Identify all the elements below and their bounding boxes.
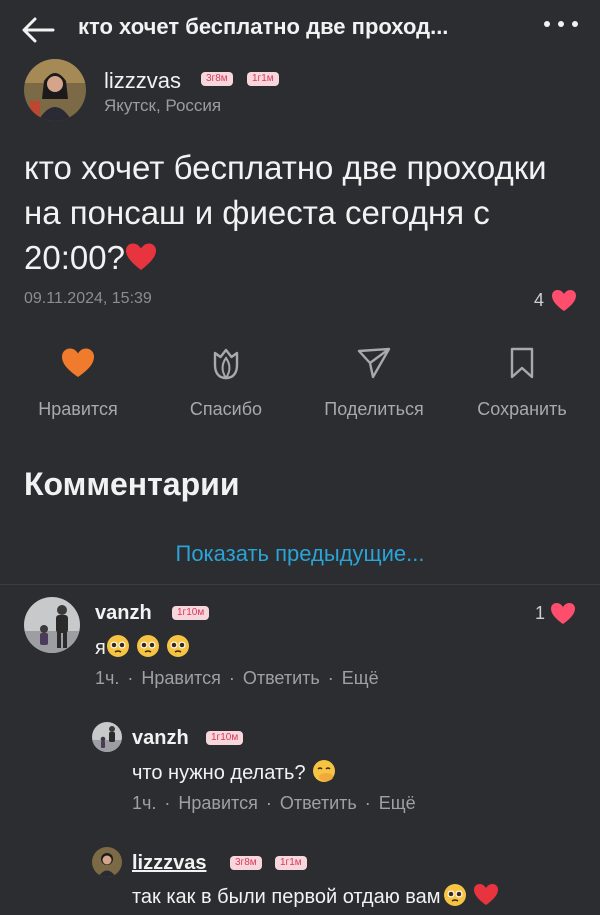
like-action[interactable]: Нравится xyxy=(13,345,143,420)
comment-badge: 1г1м xyxy=(275,856,307,870)
comment-text-value: я xyxy=(95,637,106,659)
page-title: кто хочет бесплатно две проход... xyxy=(78,14,449,39)
bookmark-icon xyxy=(510,347,534,379)
red-heart-emoji-icon xyxy=(473,884,498,905)
comment-author[interactable]: vanzh xyxy=(132,727,189,750)
heart-icon[interactable] xyxy=(551,289,577,312)
pleading-face-emoji-icon xyxy=(136,635,159,657)
comment-meta: 1ч. · Нравится · Ответить · Ещё xyxy=(132,793,416,813)
comment-text: так как в были первой отдаю вам xyxy=(132,883,499,909)
save-action-label: Сохранить xyxy=(477,399,567,419)
share-action-label: Поделиться xyxy=(324,399,424,419)
comment-author[interactable]: lizzzvas xyxy=(132,852,206,875)
heart-filled-icon xyxy=(62,348,94,377)
divider xyxy=(0,584,600,585)
pleading-face-emoji-icon xyxy=(106,635,129,657)
thanks-action-label: Спасибо xyxy=(189,399,263,419)
comment-badge: 3г8м xyxy=(230,856,262,870)
comment-time: 1ч. xyxy=(95,668,120,688)
post-text: кто хочет бесплатно две проходки на понс… xyxy=(24,145,564,280)
comment-time: 1ч. xyxy=(132,793,157,813)
comment-reply-link[interactable]: Ответить xyxy=(243,668,320,688)
thanks-action[interactable]: Спасибо xyxy=(161,345,291,420)
comment-like-link[interactable]: Нравится xyxy=(178,793,257,813)
hand-over-mouth-emoji-icon xyxy=(313,760,336,782)
comment-text: я xyxy=(95,634,196,660)
more-dots-icon[interactable] xyxy=(541,17,581,31)
send-icon xyxy=(357,347,391,379)
post-body: кто хочет бесплатно две проходки на понс… xyxy=(24,149,547,276)
comment-author[interactable]: vanzh xyxy=(95,602,152,625)
heart-icon[interactable] xyxy=(550,602,576,625)
comment-reply-link[interactable]: Ответить xyxy=(280,793,357,813)
pleading-face-emoji-icon xyxy=(166,635,189,657)
comment-more-link[interactable]: Ещё xyxy=(379,793,416,813)
comments-title: Комментарии xyxy=(24,466,240,502)
comment-more-link[interactable]: Ещё xyxy=(342,668,379,688)
comment-like-link[interactable]: Нравится xyxy=(141,668,220,688)
commenter-avatar[interactable] xyxy=(24,597,80,653)
commenter-avatar[interactable] xyxy=(92,847,122,877)
show-previous-link[interactable]: Показать предыдущие... xyxy=(0,541,600,567)
author-location: Якутск, Россия xyxy=(104,96,222,115)
back-arrow-icon[interactable] xyxy=(20,14,56,46)
author-badge: 1г1м xyxy=(247,72,279,86)
comment-badge: 1г10м xyxy=(172,606,210,620)
comment-like-count: 1 xyxy=(535,603,546,623)
author-name[interactable]: lizzzvas xyxy=(104,68,181,94)
red-heart-emoji-icon xyxy=(125,243,156,270)
author-badge: 3г8м xyxy=(201,72,233,86)
tulip-icon xyxy=(213,348,239,380)
save-action[interactable]: Сохранить xyxy=(457,345,587,420)
commenter-avatar[interactable] xyxy=(92,722,122,752)
comment-text: что нужно делать? xyxy=(132,759,337,785)
comment-text-value: что нужно делать? xyxy=(132,762,306,784)
pleading-face-emoji-icon xyxy=(443,884,466,906)
like-action-label: Нравится xyxy=(38,399,118,419)
author-avatar[interactable] xyxy=(24,59,86,121)
comment-text-value: так как в были первой отдаю вам xyxy=(132,886,441,908)
comment-meta: 1ч. · Нравится · Ответить · Ещё xyxy=(95,668,379,688)
share-action[interactable]: Поделиться xyxy=(309,345,439,420)
post-date: 09.11.2024, 15:39 xyxy=(24,290,152,307)
post-like-count: 4 xyxy=(534,290,545,310)
comment-badge: 1г10м xyxy=(206,731,244,745)
